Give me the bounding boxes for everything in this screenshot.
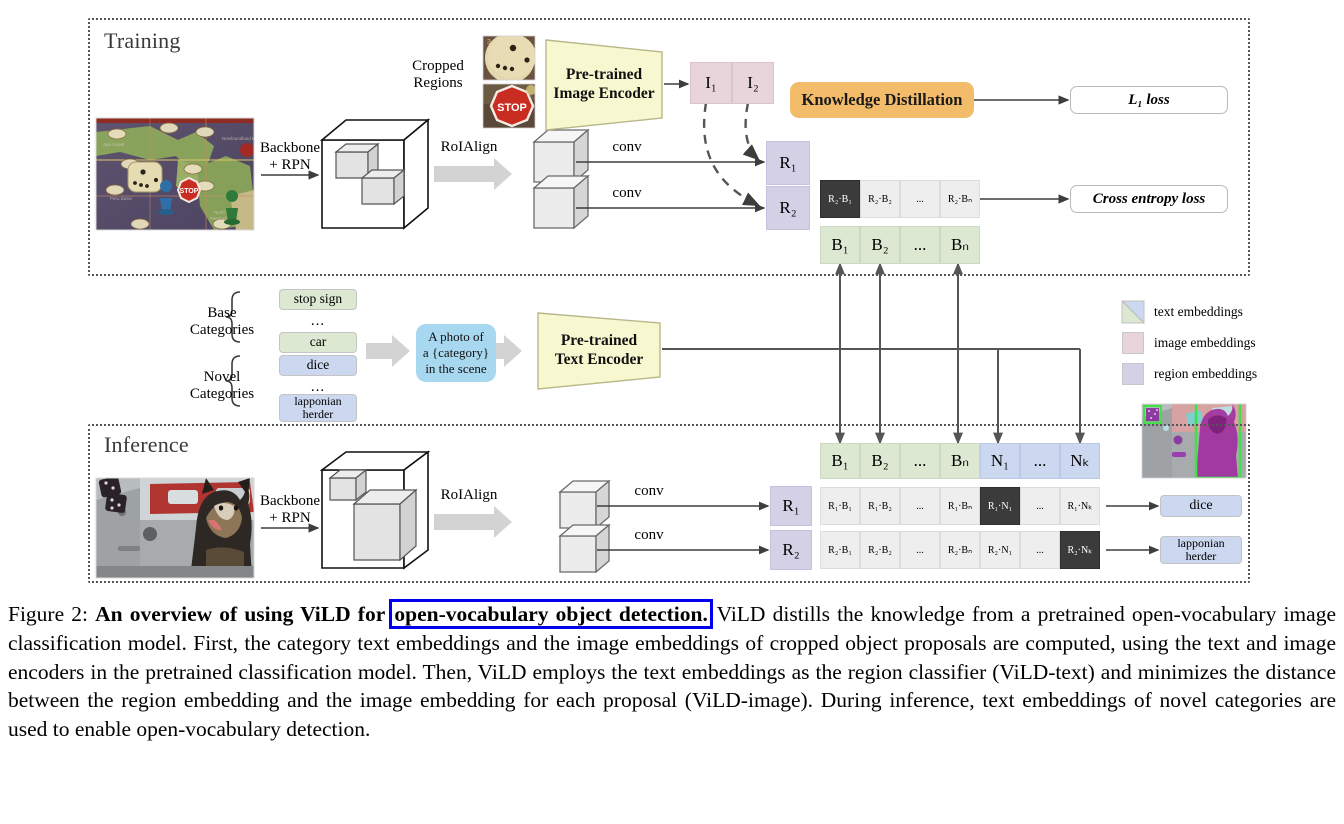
- training-sim-cell-3: R₂·Bₙ: [940, 180, 980, 218]
- inference-conv-label-2: conv: [634, 527, 664, 543]
- prompt-template-box: A photo of a {category} in the scene: [416, 324, 496, 382]
- inference-embedding-b2: B₂: [860, 443, 900, 479]
- inference-output-lapponian-herder: lapponian herder: [1160, 536, 1242, 564]
- pretrained-image-encoder: Pre-trained Image Encoder: [544, 38, 664, 132]
- inference-embedding-bn: Bₙ: [940, 443, 980, 479]
- text-encoder-line2: Text Encoder: [554, 351, 644, 368]
- inference-sim1-cell-3: R₁·Bₙ: [940, 487, 980, 525]
- inference-embedding-bdots: ...: [900, 443, 940, 479]
- training-backbone-label: Backbone + RPN: [260, 140, 320, 174]
- novel-categories-label: Novel Categories: [189, 369, 255, 403]
- training-sim-cell-0: R₂·B₁: [820, 180, 860, 218]
- inference-sim1-cell-0: R₁·B₁: [820, 487, 860, 525]
- inference-region-embedding-r1: R₁: [770, 486, 812, 526]
- training-section-title: Training: [104, 28, 181, 53]
- training-base-embedding-0: B₁: [820, 226, 860, 264]
- training-base-embedding-1: B₂: [860, 226, 900, 264]
- inference-sim2-cell-3: R₂·Bₙ: [940, 531, 980, 569]
- figure-caption: Figure 2: An overview of using ViLD for …: [8, 599, 1336, 744]
- l1-loss-pill: L₁ loss: [1070, 86, 1228, 114]
- legend-label-text-embeddings: text embeddings: [1154, 304, 1243, 319]
- training-roialign-label: RoIAlign: [440, 139, 498, 155]
- detection-dice: [1142, 404, 1163, 425]
- inference-conv-label-1: conv: [634, 483, 664, 499]
- prompt-line-3: in the scene: [425, 361, 487, 377]
- legend-image-embeddings-swatch: [1122, 332, 1144, 354]
- cross-entropy-loss-pill: Cross entropy loss: [1070, 185, 1228, 213]
- pretrained-text-encoder: Pre-trained Text Encoder: [536, 311, 662, 391]
- inference-sim1-cell-5: ...: [1020, 487, 1060, 525]
- base-category-ellipsis: ...: [310, 313, 326, 329]
- inference-sim1-cell-1: R₁·B₂: [860, 487, 900, 525]
- novel-category-lapponian-herder[interactable]: lapponian herder: [279, 394, 357, 422]
- training-sim-cell-2: ...: [900, 180, 940, 218]
- legend-label-image-embeddings: image embeddings: [1154, 335, 1256, 350]
- inference-sim2-cell-2: ...: [900, 531, 940, 569]
- inference-sim2-cell-5: ...: [1020, 531, 1060, 569]
- inference-sim2-cell-1: R₂·B₂: [860, 531, 900, 569]
- inference-sim1-cell-4: R₁·N₁: [980, 487, 1020, 525]
- image-encoder-line1: Pre-trained: [565, 66, 643, 84]
- inference-roialign-label: RoIAlign: [440, 487, 498, 503]
- figure-root: STOP Sea Nepal Peru Basin North Palmbell N…: [0, 0, 1344, 824]
- image-embedding-i1: I₁: [690, 62, 732, 104]
- inference-output-dice: dice: [1160, 495, 1242, 517]
- inference-sim1-cell-6: R₁·Nₖ: [1060, 487, 1100, 525]
- training-conv-label-2: conv: [612, 185, 642, 201]
- training-region-embedding-r1: R₁: [766, 141, 810, 185]
- inference-embedding-nk: Nₖ: [1060, 443, 1100, 479]
- caption-highlighted-phrase: open-vocabulary object detection.: [389, 599, 713, 629]
- inference-sim1-cell-2: ...: [900, 487, 940, 525]
- inference-backbone-label: Backbone + RPN: [260, 493, 320, 527]
- training-base-embedding-3: Bₙ: [940, 226, 980, 264]
- inference-sim2-cell-6: R₂·Nₖ: [1060, 531, 1100, 569]
- inference-sim2-cell-0: R₂·B₁: [820, 531, 860, 569]
- prompt-line-2: a {category}: [422, 344, 490, 360]
- prompt-line-1: A photo of: [428, 328, 484, 344]
- categories-to-prompt-arrow: [366, 335, 410, 367]
- image-embedding-i2: I₂: [732, 62, 774, 104]
- base-category-car[interactable]: car: [279, 332, 357, 353]
- training-region-embedding-r2: R₂: [766, 186, 810, 230]
- inference-section-title: Inference: [104, 432, 189, 457]
- legend-region-embeddings-swatch: [1122, 363, 1144, 385]
- image-encoder-line2: Image Encoder: [553, 85, 655, 102]
- inference-embedding-b1: B₁: [820, 443, 860, 479]
- inference-embedding-ndots: ...: [1020, 443, 1060, 479]
- novel-category-dice[interactable]: dice: [279, 355, 357, 376]
- base-categories-label: Base Categories: [189, 305, 255, 339]
- cropped-regions-label: Cropped Regions: [412, 58, 464, 92]
- inference-region-embedding-r2: R₂: [770, 530, 812, 570]
- caption-bold-before: An overview of using ViLD for: [95, 602, 386, 626]
- legend-text-embeddings-swatch: [1121, 300, 1145, 324]
- training-sim-cell-1: R₂·B₂: [860, 180, 900, 218]
- knowledge-distillation-box: Knowledge Distillation: [790, 82, 974, 118]
- caption-prefix: Figure 2:: [8, 602, 88, 626]
- inference-sim2-cell-4: R₂·N₁: [980, 531, 1020, 569]
- text-encoder-line1: Pre-trained: [560, 332, 638, 350]
- legend-label-region-embeddings: region embeddings: [1154, 366, 1258, 381]
- base-category-stop-sign[interactable]: stop sign: [279, 289, 357, 310]
- inference-embedding-n1: N₁: [980, 443, 1020, 479]
- training-conv-label-1: conv: [612, 139, 642, 155]
- training-base-embedding-2: ...: [900, 226, 940, 264]
